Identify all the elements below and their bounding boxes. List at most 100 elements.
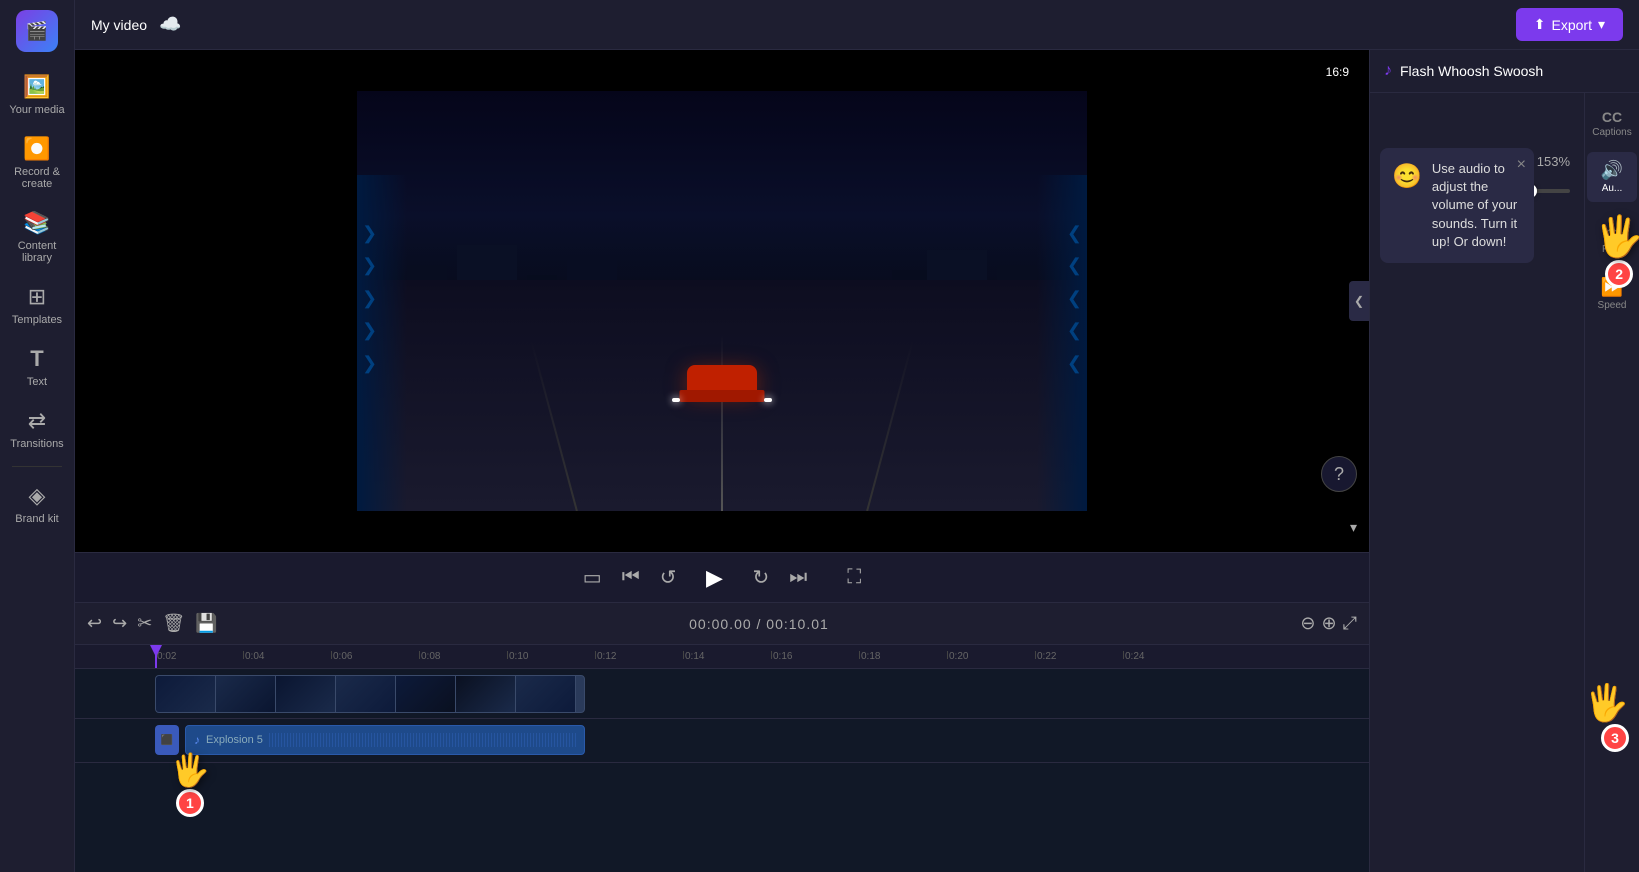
audio-clip[interactable]: ♪ Explosion 5 xyxy=(185,725,585,755)
ruler-mark: 0:20 xyxy=(947,651,1035,662)
skip-to-end-button[interactable]: ⏭ xyxy=(789,566,807,589)
sidebar-item-brand-kit[interactable]: ◈ Brand kit xyxy=(3,475,71,533)
tab-captions[interactable]: CC Captions xyxy=(1587,101,1637,146)
video-track-content[interactable] xyxy=(155,669,1369,718)
video-container: ❯❯❯❯❯ ❮❮❮❮❮ 16:9 ? ▾ ❮ xyxy=(75,50,1369,552)
clip-thumbnail-1 xyxy=(156,676,216,712)
tooltip-text: Use audio to adjust the volume of your s… xyxy=(1432,160,1522,251)
audio-waveform xyxy=(269,733,576,747)
sidebar-label-record-create: Record & create xyxy=(7,166,67,190)
sidebar-item-record-create[interactable]: ⏺️ Record & create xyxy=(3,128,71,198)
chevron-down-icon[interactable]: ▾ xyxy=(1350,519,1357,536)
aspect-ratio-badge: 16:9 xyxy=(1318,62,1357,82)
clip-thumbnail-3 xyxy=(276,676,336,712)
video-track-row xyxy=(75,669,1369,719)
speed-label: Speed xyxy=(1598,300,1627,311)
tab-audio[interactable]: 🔊 Au... xyxy=(1587,152,1637,202)
ruler-mark: 0:16 xyxy=(771,651,859,662)
controls-bar: ▭ ⏮ ↺ ▶ ↻ ⏭ ⛶ xyxy=(75,552,1369,602)
undo-button[interactable]: ↩ xyxy=(87,613,102,634)
sidebar-label-transitions: Transitions xyxy=(10,438,63,450)
sidebar-item-transitions[interactable]: ⇄ Transitions xyxy=(3,400,71,458)
text-icon: T xyxy=(30,346,43,372)
sidebar-item-templates[interactable]: ⊞ Templates xyxy=(3,276,71,334)
ruler-mark: 0:18 xyxy=(859,651,947,662)
audio-track-row: ⬛ ♪ Explosion 5 xyxy=(75,719,1369,763)
timeline-ruler: 0:02 0:04 0:06 0:08 0:10 0:12 0:14 0:16 … xyxy=(75,645,1369,669)
right-panel-tabs: CC Captions 🔊 Au... 〰 Fa... ⏩ Speed xyxy=(1584,93,1639,872)
right-panel: ♪ Flash Whoosh Swoosh 😊 Use audio to adj… xyxy=(1369,50,1639,872)
cloud-save-icon[interactable]: ☁️ xyxy=(159,14,181,35)
zoom-out-button[interactable]: ⊖ xyxy=(1300,613,1315,634)
caption-button[interactable]: ▭ xyxy=(583,565,602,590)
ruler-mark: 0:04 xyxy=(243,651,331,662)
ruler-marks: 0:02 0:04 0:06 0:08 0:10 0:12 0:14 0:16 … xyxy=(155,651,1289,662)
zoom-controls: ⊖ ⊕ ⤢ xyxy=(1300,613,1357,634)
cut-button[interactable]: ✂ xyxy=(137,613,152,634)
captions-label: Captions xyxy=(1592,127,1631,138)
record-create-icon: ⏺️ xyxy=(23,136,50,162)
clip-thumbnail-6 xyxy=(456,676,516,712)
tooltip-emoji: 😊 xyxy=(1392,160,1422,251)
timeline-time-display: 00:00.00 / 00:10.01 xyxy=(228,616,1291,632)
timeline-toolbar: ↩ ↪ ✂ 🗑 💾 00:00.00 / 00:10.01 ⊖ ⊕ ⤢ xyxy=(75,603,1369,645)
sidebar-item-your-media[interactable]: 🖼️ Your media xyxy=(3,66,71,124)
sidebar-item-content-library[interactable]: 📚 Content library xyxy=(3,202,71,272)
fast-forward-button[interactable]: ↻ xyxy=(752,565,769,590)
sidebar-label-content-library: Content library xyxy=(7,240,67,264)
clip-thumbnail-2 xyxy=(216,676,276,712)
audio-clip-name: Explosion 5 xyxy=(206,734,263,746)
preview-area: ❯❯❯❯❯ ❮❮❮❮❮ 16:9 ? ▾ ❮ ▭ xyxy=(75,50,1369,872)
track-title: Flash Whoosh Swoosh xyxy=(1400,63,1543,79)
rewind-button[interactable]: ↺ xyxy=(660,565,677,590)
sidebar: 🎬 🖼️ Your media ⏺️ Record & create 📚 Con… xyxy=(0,0,75,872)
sidebar-item-text[interactable]: T Text xyxy=(3,338,71,396)
redo-button[interactable]: ↪ xyxy=(112,613,127,634)
captions-icon: CC xyxy=(1602,109,1622,125)
export-chevron-icon: ▾ xyxy=(1598,16,1605,33)
expand-timeline-button[interactable]: ⤢ xyxy=(1343,613,1357,634)
tooltip-close-button[interactable]: × xyxy=(1517,154,1526,176)
templates-icon: ⊞ xyxy=(28,284,46,310)
right-panel-content: 😊 Use audio to adjust the volume of your… xyxy=(1370,93,1584,872)
audio-label: Au... xyxy=(1602,183,1623,194)
topbar: My video ☁️ ⬆ Export ▾ xyxy=(75,0,1639,50)
content-area: ❯❯❯❯❯ ❮❮❮❮❮ 16:9 ? ▾ ❮ ▭ xyxy=(75,50,1639,872)
export-button[interactable]: ⬆ Export ▾ xyxy=(1516,8,1623,41)
ruler-mark: 0:24 xyxy=(1123,651,1211,662)
video-frame: ❯❯❯❯❯ ❮❮❮❮❮ xyxy=(357,91,1087,511)
expand-panel-button[interactable]: ❮ xyxy=(1349,281,1369,321)
help-button[interactable]: ? xyxy=(1321,456,1357,492)
project-title[interactable]: My video xyxy=(91,17,147,33)
playhead[interactable] xyxy=(155,645,157,668)
audio-track-content[interactable]: ⬛ ♪ Explosion 5 xyxy=(155,719,1369,762)
cursor-annotation-2: 🖐️ 2 xyxy=(1594,213,1639,288)
main-area: My video ☁️ ⬆ Export ▾ xyxy=(75,0,1639,872)
video-clip[interactable] xyxy=(155,675,585,713)
right-panel-header: ♪ Flash Whoosh Swoosh xyxy=(1370,50,1639,93)
audio-clip-handle[interactable]: ⬛ xyxy=(155,725,179,755)
timeline-area: ↩ ↪ ✂ 🗑 💾 00:00.00 / 00:10.01 ⊖ ⊕ ⤢ xyxy=(75,602,1369,872)
play-button[interactable]: ▶ xyxy=(696,560,732,596)
clip-thumbnail-7 xyxy=(516,676,576,712)
sidebar-label-templates: Templates xyxy=(12,314,62,326)
road-scene: ❯❯❯❯❯ ❮❮❮❮❮ xyxy=(357,91,1087,511)
zoom-in-button[interactable]: ⊕ xyxy=(1322,613,1337,634)
save-to-clip-button[interactable]: 💾 xyxy=(195,613,217,634)
sidebar-label-your-media: Your media xyxy=(9,104,64,116)
audio-icon: 🔊 xyxy=(1601,160,1623,181)
delete-button[interactable]: 🗑 xyxy=(162,613,185,634)
step-badge-1: 1 xyxy=(176,789,204,817)
brand-kit-icon: ◈ xyxy=(29,483,46,509)
fullscreen-button[interactable]: ⛶ xyxy=(847,566,861,589)
clip-thumbnail-4 xyxy=(336,676,396,712)
ruler-mark: 0:10 xyxy=(507,651,595,662)
export-icon: ⬆ xyxy=(1534,16,1546,33)
step-badge-3: 3 xyxy=(1601,724,1629,752)
ruler-mark: 0:08 xyxy=(419,651,507,662)
cursor-annotation-3: 🖐️ 3 xyxy=(1584,682,1629,752)
ruler-mark: 0:22 xyxy=(1035,651,1123,662)
skip-to-start-button[interactable]: ⏮ xyxy=(622,566,640,589)
ruler-mark: 0:02 xyxy=(155,651,243,662)
cursor-hand-2: 🖐️ xyxy=(1594,213,1639,260)
